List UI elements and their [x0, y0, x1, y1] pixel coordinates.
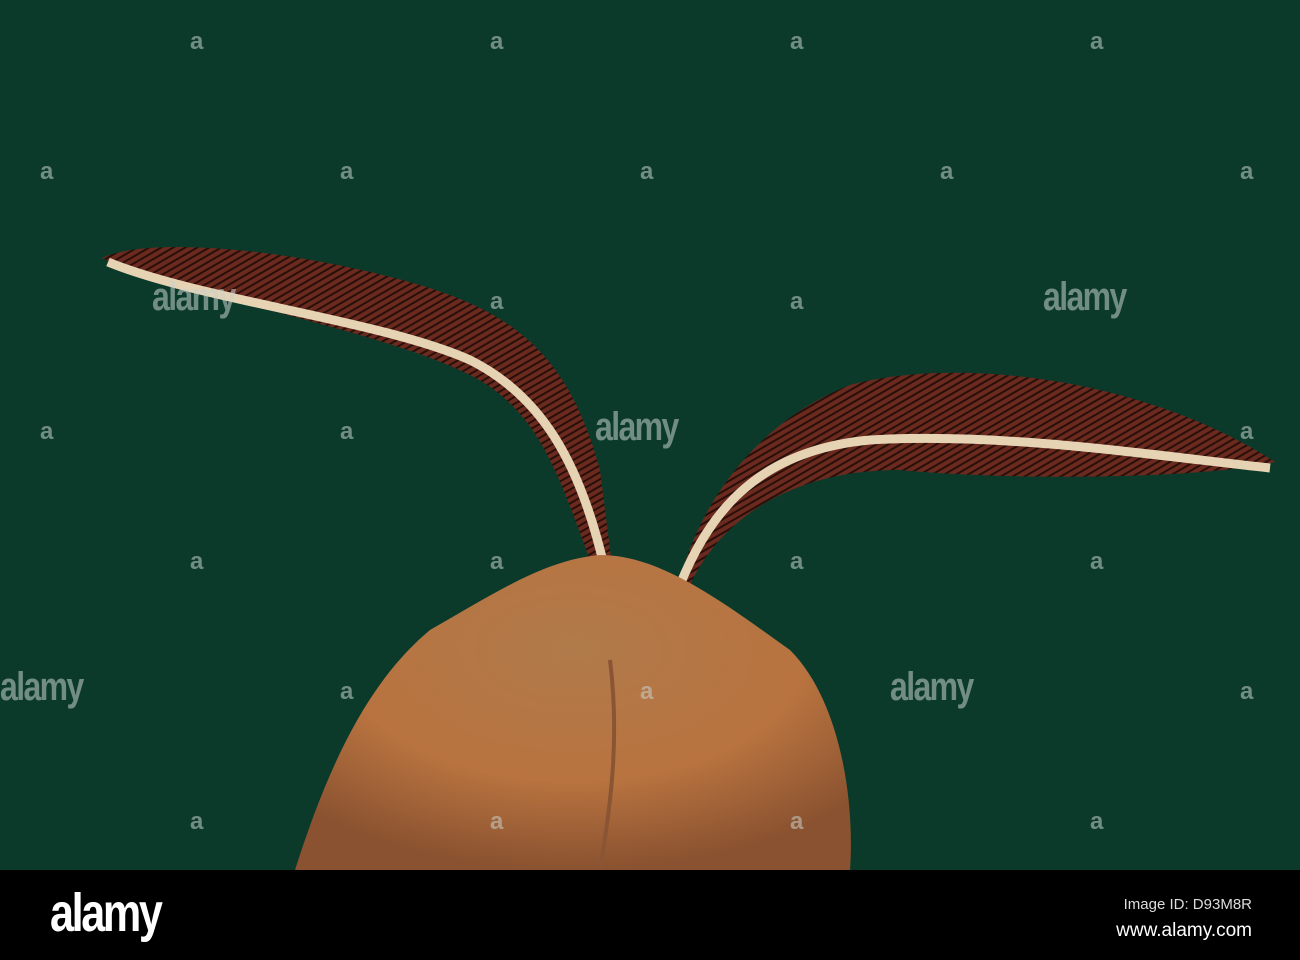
watermark-mark: a — [190, 548, 204, 575]
moth-body — [295, 555, 851, 870]
watermark-mark: a — [940, 158, 954, 185]
watermark: alamy — [595, 405, 679, 449]
watermark-mark: a — [40, 418, 54, 445]
image-id: Image ID: D93M8R — [1123, 896, 1252, 913]
right-antenna — [680, 372, 1275, 585]
watermark-mark: a — [1090, 548, 1104, 575]
watermark-mark: a — [40, 158, 54, 185]
watermark-mark: a — [1240, 678, 1254, 705]
watermark-mark: a — [790, 288, 804, 315]
site-url: www.alamy.com — [1116, 920, 1252, 941]
watermark-mark: a — [340, 418, 354, 445]
footer-bar: alamy Image ID: D93M8R www.alamy.com — [0, 870, 1300, 960]
watermark-mark: a — [190, 28, 204, 55]
watermark-mark: a — [790, 548, 804, 575]
watermark-mark: a — [1240, 158, 1254, 185]
alamy-logo: alamy — [50, 883, 163, 943]
watermark-mark: a — [340, 158, 354, 185]
watermark: alamy — [152, 275, 236, 319]
watermark-mark: a — [190, 808, 204, 835]
watermark: alamy — [1043, 275, 1127, 319]
watermark-mark: a — [790, 808, 804, 835]
watermark-mark: a — [490, 288, 504, 315]
watermark-mark: a — [1090, 28, 1104, 55]
moth-photo: alamy alamy alamy alamy alamy a a a a a … — [0, 0, 1300, 870]
watermark-mark: a — [790, 28, 804, 55]
watermark-mark: a — [340, 678, 354, 705]
watermark-mark: a — [1240, 418, 1254, 445]
watermark-mark: a — [640, 158, 654, 185]
watermark-mark: a — [1090, 808, 1104, 835]
watermark-mark: a — [490, 808, 504, 835]
watermark-mark: a — [490, 548, 504, 575]
watermark: alamy — [0, 665, 84, 709]
watermark-mark: a — [640, 678, 654, 705]
watermark: alamy — [890, 665, 974, 709]
watermark-mark: a — [490, 28, 504, 55]
